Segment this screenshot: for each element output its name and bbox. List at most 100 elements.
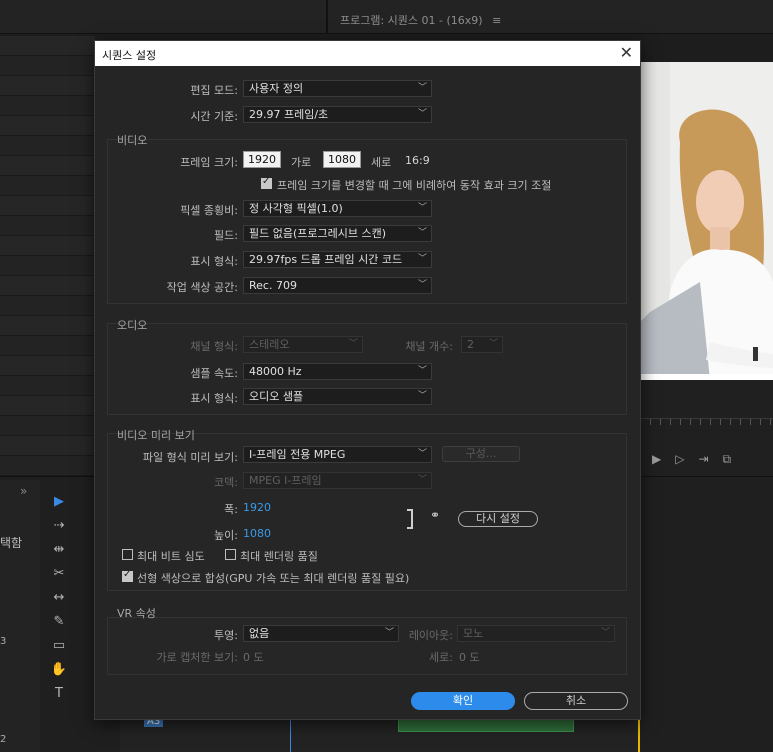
- preview-width-value[interactable]: 1920: [243, 501, 271, 514]
- export-frame-icon[interactable]: ⧉: [723, 452, 746, 466]
- aspect-ratio-value: 16:9: [405, 154, 430, 167]
- chevron-down-icon: ﹀: [348, 339, 358, 349]
- sample-rate-label: 샘플 속도:: [190, 367, 238, 380]
- dialog-title-bar: 시퀀스 설정 ✕: [95, 41, 640, 66]
- panel-overflow-chevron-icon[interactable]: »: [20, 484, 27, 498]
- vertical-label: 세로: [371, 156, 392, 169]
- max-bit-depth-checkbox[interactable]: [122, 549, 133, 560]
- panel-menu-icon[interactable]: ≡: [492, 14, 501, 27]
- type-icon[interactable]: T: [44, 682, 74, 706]
- vr-group-title: VR 속성: [117, 607, 156, 620]
- chevron-down-icon: ﹀: [600, 628, 610, 638]
- chevron-down-icon: ﹀: [417, 475, 427, 485]
- razor-icon[interactable]: ✂: [44, 562, 74, 586]
- ok-button[interactable]: 확인: [411, 692, 515, 710]
- layout-label: 레이아웃:: [408, 629, 453, 642]
- edit-mode-label: 편집 모드:: [190, 84, 238, 97]
- frame-width-input[interactable]: 1920: [243, 151, 281, 168]
- captured-view-horizontal-label: 가로 캡처한 보기:: [156, 651, 238, 664]
- max-render-quality-checkbox[interactable]: [225, 549, 236, 560]
- fields-label: 필드:: [214, 229, 238, 242]
- edit-mode-select[interactable]: 사용자 정의 ﹀: [243, 80, 432, 97]
- chevron-down-icon: ﹀: [417, 254, 427, 264]
- linear-color-label: 선형 색상으로 합성(GPU 가속 또는 최대 렌더링 품질 필요): [137, 572, 410, 585]
- linear-color-checkbox[interactable]: [122, 569, 133, 582]
- audio-display-format-select[interactable]: 오디오 샘플 ﹀: [243, 388, 432, 405]
- video-preview-group-title: 비디오 미리 보기: [117, 429, 195, 442]
- aspect-bracket: [407, 509, 413, 529]
- pen-icon[interactable]: ✎: [44, 610, 74, 634]
- chevron-down-icon: ﹀: [417, 280, 427, 290]
- pixel-aspect-select[interactable]: 정 사각형 픽셀(1.0) ﹀: [243, 200, 432, 217]
- layout-select[interactable]: 모노 ﹀: [457, 625, 615, 642]
- go-to-out-icon[interactable]: ⇥: [698, 452, 722, 466]
- link-icon[interactable]: ⚭: [430, 508, 440, 522]
- codec-label: 코덱:: [214, 476, 238, 489]
- audio-group-title: 오디오: [117, 319, 148, 332]
- scale-proportional-label: 프레임 크기를 변경할 때 그에 비례하여 동작 효과 크기 조절: [277, 179, 552, 192]
- chevron-down-icon: ﹀: [417, 228, 427, 238]
- timebase-select[interactable]: 29.97 프레임/초 ﹀: [243, 106, 432, 123]
- preview-file-format-label: 파일 형식 미리 보기:: [142, 451, 238, 464]
- play-icon[interactable]: ▶: [652, 452, 675, 466]
- chevron-down-icon: ﹀: [417, 449, 427, 459]
- channel-count-label: 채널 개수:: [405, 340, 453, 353]
- chevron-down-icon: ﹀: [417, 109, 427, 119]
- sequence-settings-dialog: 시퀀스 설정 ✕ 편집 모드: 사용자 정의 ﹀ 시간 기준: 29.97 프레임…: [94, 40, 641, 720]
- captured-view-vertical-label: 세로:: [429, 651, 453, 664]
- configure-button[interactable]: 구성...: [442, 446, 520, 462]
- project-list-panel: [0, 36, 95, 476]
- chevron-down-icon: ﹀: [417, 391, 427, 401]
- frame-height-input[interactable]: 1080: [323, 151, 361, 168]
- frame-size-label: 프레임 크기:: [180, 156, 238, 169]
- chevron-down-icon: ﹀: [417, 83, 427, 93]
- video-display-format-select[interactable]: 29.97fps 드롭 프레임 시간 코드 ﹀: [243, 251, 432, 268]
- close-icon[interactable]: ✕: [620, 43, 633, 62]
- reset-button[interactable]: 다시 설정: [458, 511, 538, 527]
- preview-height-value[interactable]: 1080: [243, 527, 271, 540]
- selection-tool-icon[interactable]: ▶: [44, 490, 74, 514]
- captured-view-vertical-value[interactable]: 0 도: [459, 649, 480, 665]
- cancel-button[interactable]: 취소: [524, 692, 628, 710]
- codec-select[interactable]: MPEG I-프레임 ﹀: [243, 472, 432, 489]
- effects-panel: [0, 480, 40, 752]
- video-display-format-label: 표시 형식:: [190, 255, 238, 268]
- max-bit-depth-label: 최대 비트 심도: [137, 550, 205, 563]
- monitor-time-ruler[interactable]: [640, 418, 773, 432]
- chevron-down-icon: ﹀: [417, 366, 427, 376]
- color-space-label: 작업 색상 공간:: [166, 281, 238, 294]
- slip-icon[interactable]: ↔: [44, 586, 74, 610]
- hand-icon[interactable]: ✋: [44, 658, 74, 682]
- chevron-down-icon: ﹀: [488, 339, 498, 349]
- chevron-down-icon: ﹀: [417, 203, 427, 213]
- program-monitor-title[interactable]: 프로그램: 시퀀스 01 - (16x9) ≡: [340, 12, 501, 28]
- audio-display-format-label: 표시 형식:: [190, 392, 238, 405]
- rectangle-icon[interactable]: ▭: [44, 634, 74, 658]
- dialog-title: 시퀀스 설정: [102, 49, 157, 62]
- timebase-label: 시간 기준:: [190, 110, 238, 123]
- color-space-select[interactable]: Rec. 709 ﹀: [243, 277, 432, 294]
- horizontal-label: 가로: [291, 156, 312, 169]
- program-monitor-video: [640, 62, 773, 380]
- channel-format-select[interactable]: 스테레오 ﹀: [243, 336, 363, 353]
- transport-controls: ▶▷⇥⧉: [652, 452, 745, 467]
- scale-proportional-checkbox[interactable]: [261, 176, 272, 189]
- preview-width-label: 폭:: [224, 503, 238, 516]
- video-group-title: 비디오: [117, 134, 148, 147]
- captured-view-horizontal-value[interactable]: 0 도: [243, 649, 264, 665]
- projection-label: 투영:: [214, 629, 238, 642]
- projection-select[interactable]: 없음 ﹀: [243, 625, 399, 642]
- step-forward-icon[interactable]: ▷: [675, 452, 698, 466]
- panel-number: 2: [0, 734, 7, 745]
- preview-file-format-select[interactable]: I-프레임 전용 MPEG ﹀: [243, 446, 432, 463]
- panel-number: 3: [0, 636, 7, 647]
- channel-count-select[interactable]: 2 ﹀: [461, 336, 503, 353]
- fields-select[interactable]: 필드 없음(프로그레시브 스캔) ﹀: [243, 225, 432, 242]
- panel-label: 택함: [0, 536, 23, 550]
- max-render-quality-label: 최대 렌더링 품질: [240, 550, 318, 563]
- sample-rate-select[interactable]: 48000 Hz ﹀: [243, 363, 432, 380]
- tools-panel: ▶ ⇢ ⇹ ✂ ↔ ✎ ▭ ✋ T: [44, 490, 74, 706]
- ripple-edit-icon[interactable]: ⇹: [44, 538, 74, 562]
- preview-height-label: 높이:: [214, 529, 238, 542]
- track-select-icon[interactable]: ⇢: [44, 514, 74, 538]
